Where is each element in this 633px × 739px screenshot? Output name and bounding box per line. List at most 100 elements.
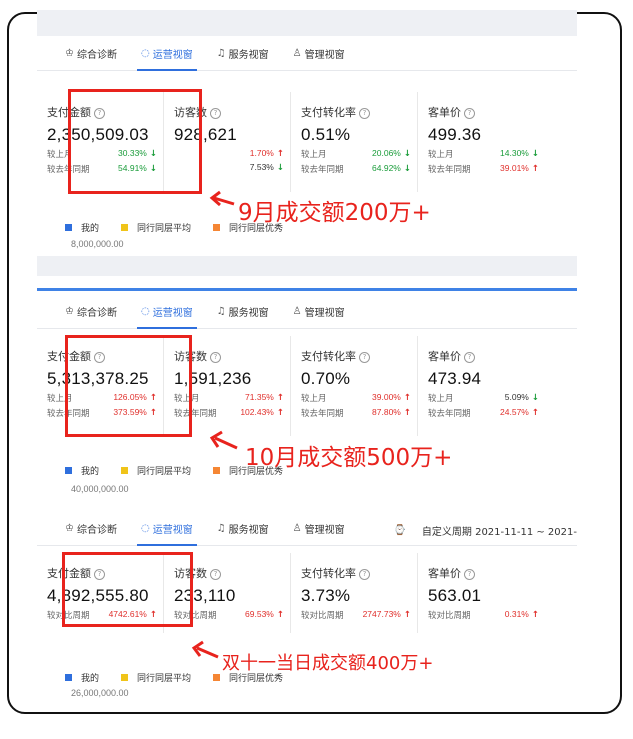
tab-diagnosis[interactable]: ♔ 综合诊断 (65, 511, 117, 545)
tab-service[interactable]: ♫ 服务视窗 (217, 36, 269, 70)
highlight-box (62, 552, 193, 627)
comparison-percent: 7.53% (249, 162, 274, 172)
manage-icon: ♙ (292, 47, 302, 59)
legend-swatch (121, 224, 129, 231)
legend-swatch (121, 467, 129, 474)
help-icon[interactable]: ? (359, 107, 370, 119)
legend-swatch (213, 674, 221, 681)
comparison-percent: 0.31% (504, 609, 529, 619)
arrow-up-icon: ↑ (531, 610, 539, 620)
legend-peer-average[interactable]: 同行同层平均 (121, 221, 191, 234)
arrow-down-icon: ↓ (403, 149, 411, 159)
annotation-september: 9月成交额200万+ (238, 200, 431, 226)
help-icon[interactable]: ? (464, 351, 475, 363)
tab-service[interactable]: ♫ 服务视窗 (217, 294, 269, 328)
metric-card-conversion-rate[interactable]: 支付转化率? 3.73% 较对比周期 2747.73% ↑ (291, 553, 418, 633)
arrow-down-icon: ↓ (531, 149, 539, 159)
top-gray-bar (37, 10, 577, 36)
date-range-picker[interactable]: ⌚ 自定义周期 2021-11-11 ~ 2021- (393, 523, 577, 538)
help-icon[interactable]: ? (359, 568, 370, 580)
comparison-label: 较去年同期 (428, 409, 471, 419)
headset-icon: ♫ (216, 305, 226, 317)
tab-manage[interactable]: ♙ 管理视窗 (293, 36, 345, 70)
top-blue-bar (37, 288, 577, 291)
metric-card-conversion-rate[interactable]: 支付转化率? 0.51% 较上月 20.06% ↓ 较去年同期 64.92% ↓ (291, 92, 418, 192)
tab-bar: ♔ 综合诊断 ◌ 运营视窗 ♫ 服务视窗 ♙ 管理视窗 (37, 294, 577, 329)
legend-swatch (121, 674, 129, 681)
tab-diagnosis[interactable]: ♔ 综合诊断 (65, 294, 117, 328)
comparison-row: 较对比周期 2747.73% ↑ (301, 609, 417, 621)
comparison-row: 较上月 20.06% ↓ (301, 148, 417, 160)
comparison-label: 较上月 (428, 394, 454, 404)
comparison-percent: 64.92% (372, 163, 401, 173)
diagnosis-icon: ♔ (65, 522, 74, 534)
top-gray-bar (37, 256, 577, 276)
arrow-up-icon: ↑ (276, 408, 284, 418)
legend-mine[interactable]: 我的 (65, 464, 99, 477)
tab-operation[interactable]: ◌ 运营视窗 (136, 294, 197, 329)
comparison-label: 较对比周期 (301, 611, 344, 621)
metric-card-avg-order-value[interactable]: 客单价? 499.36 较上月 14.30% ↓ 较去年同期 39.01% ↑ (418, 92, 545, 192)
legend-mine[interactable]: 我的 (65, 221, 99, 234)
comparison-percent: 39.00% (372, 392, 401, 402)
comparison-percent: 2747.73% (362, 609, 401, 619)
comparison-percent: 20.06% (372, 148, 401, 158)
help-icon[interactable]: ? (210, 351, 221, 363)
metric-value: 499.36 (428, 125, 482, 144)
headset-icon: ♫ (216, 47, 226, 59)
help-icon[interactable]: ? (464, 568, 475, 580)
tab-operation[interactable]: ◌ 运营视窗 (136, 36, 197, 71)
highlight-box (68, 89, 202, 194)
legend-peer-average[interactable]: 同行同层平均 (121, 464, 191, 477)
legend-peer-average[interactable]: 同行同层平均 (121, 671, 191, 684)
help-icon[interactable]: ? (210, 568, 221, 580)
legend-swatch (213, 467, 221, 474)
metric-label: 支付转化率? (301, 565, 417, 581)
manage-icon: ♙ (292, 522, 302, 534)
arrow-up-icon: ↑ (531, 408, 539, 418)
comparison-row: 较上月 39.00% ↑ (301, 392, 417, 404)
comparison-row: 较去年同期 87.80% ↑ (301, 407, 417, 419)
arrow-up-icon: ↑ (276, 149, 284, 159)
comparison-percent: 24.57% (500, 407, 529, 417)
comparison-label: 较去年同期 (301, 409, 344, 419)
metric-value: 563.01 (428, 586, 482, 605)
comparison-percent: 1.70% (249, 148, 274, 158)
help-icon[interactable]: ? (464, 107, 475, 119)
operation-icon: ◌ (140, 47, 150, 59)
tab-bar: ♔ 综合诊断 ◌ 运营视窗 ♫ 服务视窗 ♙ 管理视窗 ⌚ 自定义周期 2021-11-1… (37, 511, 577, 546)
comparison-label: 较上月 (301, 150, 327, 160)
tab-manage[interactable]: ♙ 管理视窗 (293, 511, 345, 545)
metric-label: 支付转化率? (301, 104, 417, 120)
tab-operation[interactable]: ◌ 运营视窗 (136, 511, 197, 546)
headset-icon: ♫ (216, 522, 226, 534)
diagnosis-icon: ♔ (65, 305, 74, 317)
tab-manage[interactable]: ♙ 管理视窗 (293, 294, 345, 328)
comparison-label: 较上月 (301, 394, 327, 404)
tab-bar: ♔ 综合诊断 ◌ 运营视窗 ♫ 服务视窗 ♙ 管理视窗 (37, 36, 577, 71)
manage-icon: ♙ (292, 305, 302, 317)
comparison-percent: 87.80% (372, 407, 401, 417)
comparison-row: 较对比周期 0.31% ↑ (428, 609, 545, 621)
arrow-icon (209, 190, 235, 207)
arrow-up-icon: ↑ (276, 610, 284, 620)
legend-mine[interactable]: 我的 (65, 671, 99, 684)
arrow-up-icon: ↑ (276, 393, 284, 403)
y-axis-max: 8,000,000.00 (71, 239, 124, 249)
metric-card-avg-order-value[interactable]: 客单价? 473.94 较上月 5.09% ↓ 较去年同期 24.57% ↑ (418, 336, 545, 436)
comparison-label: 较对比周期 (428, 611, 471, 621)
metric-card-conversion-rate[interactable]: 支付转化率? 0.70% 较上月 39.00% ↑ 较去年同期 87.80% ↑ (291, 336, 418, 436)
comparison-row: 较上月 14.30% ↓ (428, 148, 545, 160)
comparison-row: 较去年同期 24.57% ↑ (428, 407, 545, 419)
metric-card-avg-order-value[interactable]: 客单价? 563.01 较对比周期 0.31% ↑ (418, 553, 545, 633)
legend-swatch (65, 467, 72, 474)
comparison-label: 较去年同期 (428, 165, 471, 175)
tab-service[interactable]: ♫ 服务视窗 (217, 511, 269, 545)
help-icon[interactable]: ? (210, 107, 221, 119)
comparison-percent: 102.43% (240, 407, 274, 417)
comparison-percent: 39.01% (500, 163, 529, 173)
tab-diagnosis[interactable]: ♔ 综合诊断 (65, 36, 117, 70)
help-icon[interactable]: ? (359, 351, 370, 363)
annotation-double-eleven: 双十一当日成交额400万+ (222, 653, 434, 674)
metric-label: 客单价? (428, 348, 545, 364)
